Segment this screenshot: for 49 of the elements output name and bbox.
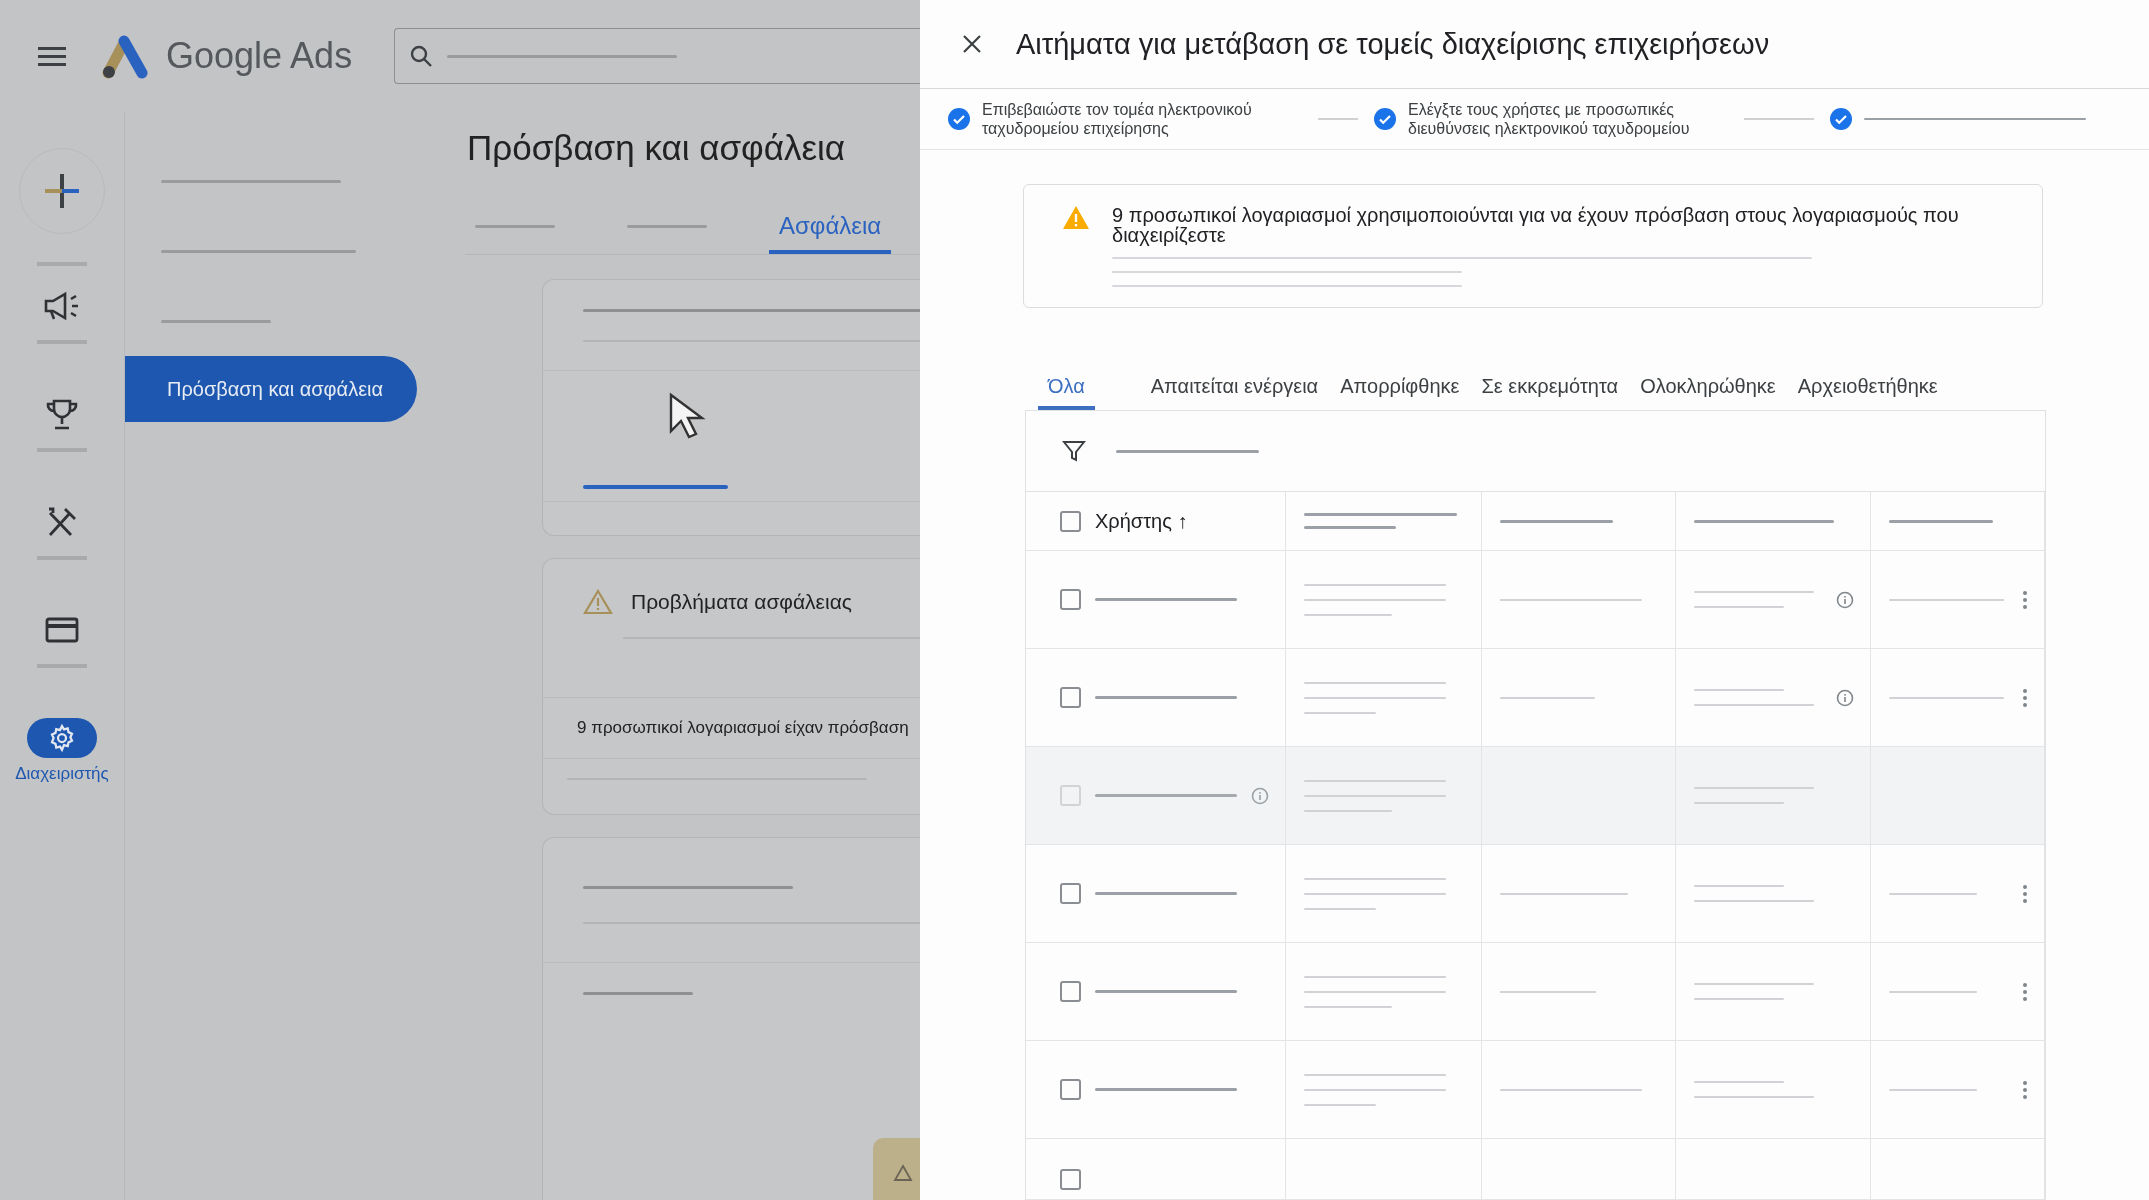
more-menu-icon[interactable]: [2022, 687, 2028, 708]
more-menu-icon[interactable]: [2022, 883, 2028, 904]
placeholder-line: [1304, 907, 1376, 910]
tab[interactable]: Αρχειοθετήθηκε: [1787, 366, 1948, 410]
step-connector: [1318, 118, 1358, 120]
tab[interactable]: Ολοκληρώθηκε: [1630, 366, 1786, 410]
step-label: Ελέγξτε τους χρήστες με προσωπικές διευθύνσεις ηλεκτρονικού ταχυδρομείου: [1408, 100, 1691, 138]
warning-icon: [893, 1164, 913, 1182]
placeholder-line: [1304, 1103, 1376, 1106]
checkbox[interactable]: [1060, 510, 1081, 532]
checkbox[interactable]: [1060, 883, 1081, 904]
info-icon: [1836, 590, 1854, 609]
warning-icon: [1062, 205, 1090, 230]
checkbox[interactable]: [1060, 1079, 1081, 1100]
page-title: Πρόσβαση και ασφάλεια: [466, 128, 847, 168]
more-menu-icon[interactable]: [2022, 1079, 2028, 1100]
rail-label[interactable]: Διαχειριστής: [15, 764, 109, 784]
column-header[interactable]: Χρήστης ↑: [1095, 509, 1188, 533]
filter-icon[interactable]: [1062, 439, 1086, 463]
checkbox[interactable]: [1060, 589, 1081, 610]
step-connector: [1744, 118, 1814, 120]
info-icon: [1836, 688, 1854, 707]
card-title: Προβλήματα ασφάλειας: [631, 590, 852, 614]
more-menu-icon[interactable]: [2022, 589, 2028, 610]
search-field[interactable]: [394, 28, 920, 84]
checkbox[interactable]: [1060, 785, 1081, 806]
alert-text: 9 προσωπικοί λογαριασμοί χρησιμοποιούνται για να έχουν πρόσβαση στους λογαριασμούς που διαχειρίζεστε: [1112, 205, 1960, 245]
checkbox[interactable]: [1060, 981, 1081, 1002]
tab[interactable]: Όλα: [1038, 366, 1095, 410]
close-icon: [962, 34, 982, 54]
search-icon: [409, 44, 434, 68]
placeholder-line: [1304, 711, 1376, 714]
warning-icon: [583, 589, 613, 615]
info-icon: [1251, 786, 1269, 805]
more-menu-icon[interactable]: [2022, 981, 2028, 1002]
tab[interactable]: Σε εκκρεμότητα: [1471, 366, 1629, 410]
credit-card-icon[interactable]: [45, 616, 79, 644]
step-label: Επιβεβαιώστε τον τομέα ηλεκτρονικού ταχυδρομείου επιχείρησης: [982, 100, 1253, 138]
issue-text: 9 προσωπικοί λογαριασμοί είχαν πρόσβαση: [577, 718, 909, 738]
panel-title: Αιτήματα για μετάβαση σε τομείς διαχείρισης επιχειρήσεων: [1016, 27, 1770, 61]
tab[interactable]: Απαιτείται ενέργεια: [1140, 366, 1329, 410]
product-name: Google Ads: [166, 35, 353, 77]
checkbox[interactable]: [1060, 687, 1081, 708]
tab[interactable]: Απορρίφθηκε: [1330, 366, 1470, 410]
menu-icon[interactable]: [38, 45, 66, 67]
checkbox[interactable]: [1060, 1169, 1081, 1190]
rail-button[interactable]: [27, 718, 97, 758]
plus-icon[interactable]: [42, 171, 82, 211]
nav-item[interactable]: Πρόσβαση και ασφάλεια: [125, 356, 417, 422]
